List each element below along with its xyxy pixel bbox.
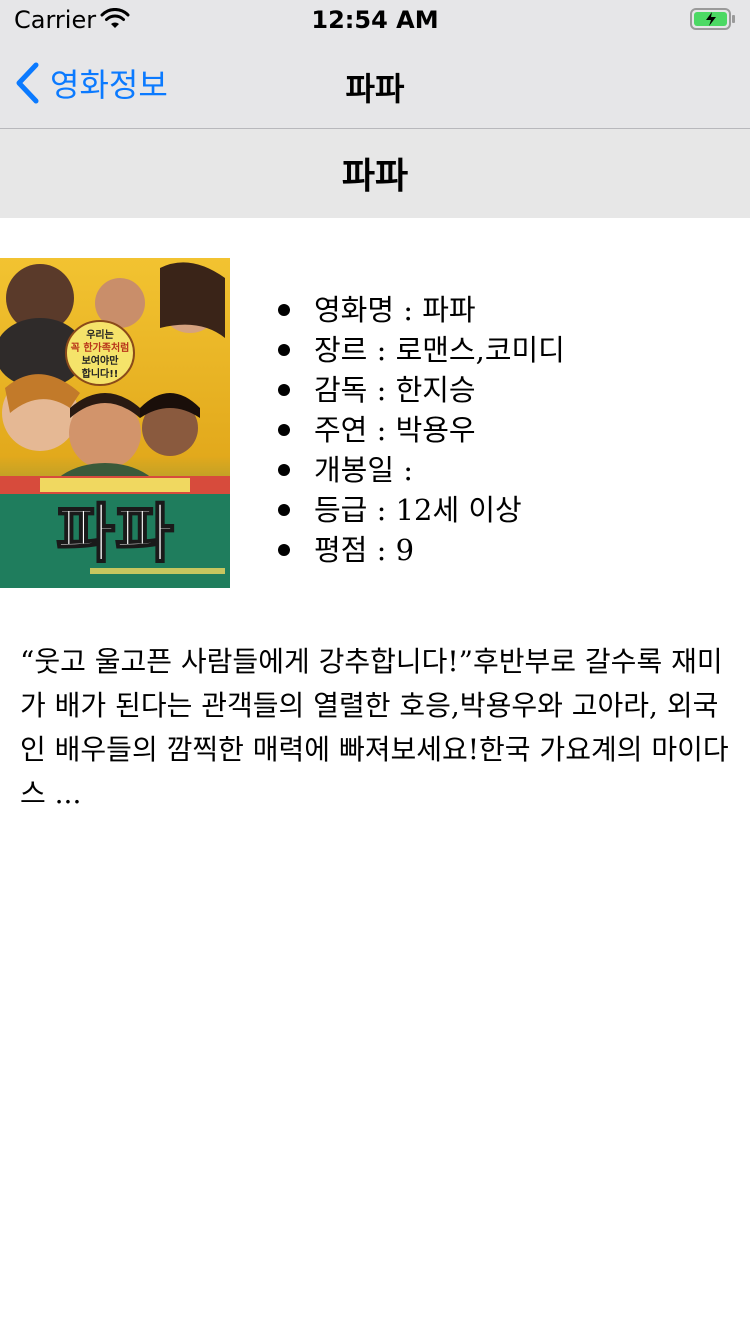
info-item-director: 감독 : 한지승 [270,370,565,410]
movie-description: “웃고 울고픈 사람들에게 강추합니다!”후반부로 갈수록 재미가 배가 된다는… [20,645,729,810]
bullet-icon [278,504,290,516]
movie-info-list: 영화명 : 파파 장르 : 로맨스,코미디 감독 : 한지승 주연 : 박용우 … [270,290,565,570]
info-text: 감독 : 한지승 [314,373,476,407]
poster-tagline-2: 꼭 한가족처럼 [71,341,130,354]
movie-poster-image: 우리는 꼭 한가족처럼 보여야만 합니다!! 파파 [0,258,230,588]
bullet-icon [278,304,290,316]
poster-artwork: 우리는 꼭 한가족처럼 보여야만 합니다!! 파파 [0,258,230,588]
battery-icon [690,8,735,30]
info-text: 개봉일 : [314,453,414,487]
info-text: 장르 : 로맨스,코미디 [314,333,565,367]
bullet-icon [278,384,290,396]
info-item-title: 영화명 : 파파 [270,290,565,330]
poster-tagline-3: 보여야만 [82,354,120,367]
bullet-icon [278,424,290,436]
status-bar: Carrier 12:54 AM [0,0,750,40]
navigation-bar: 영화정보 파파 [0,40,750,129]
info-text: 영화명 : 파파 [314,293,476,327]
poster-logo-text: 파파 [56,498,174,572]
info-item-cast: 주연 : 박용우 [270,410,565,450]
movie-title: 파파 [341,156,409,197]
bullet-icon [278,464,290,476]
status-time: 12:54 AM [311,6,439,34]
info-item-score: 평점 : 9 [270,530,565,570]
bullet-icon [278,344,290,356]
bullet-icon [278,544,290,556]
info-item-genre: 장르 : 로맨스,코미디 [270,330,565,370]
poster-tagline-4: 합니다!! [82,367,119,380]
info-text: 주연 : 박용우 [314,413,476,447]
nav-title: 파파 [345,70,405,108]
movie-title-header: 파파 [0,129,750,218]
info-item-rating-grade: 등급 : 12세 이상 [270,490,565,530]
info-text: 등급 : 12세 이상 [314,493,522,527]
info-text: 평점 : 9 [314,533,415,567]
poster-tagline-1: 우리는 [86,328,114,341]
info-item-release: 개봉일 : [270,450,565,490]
